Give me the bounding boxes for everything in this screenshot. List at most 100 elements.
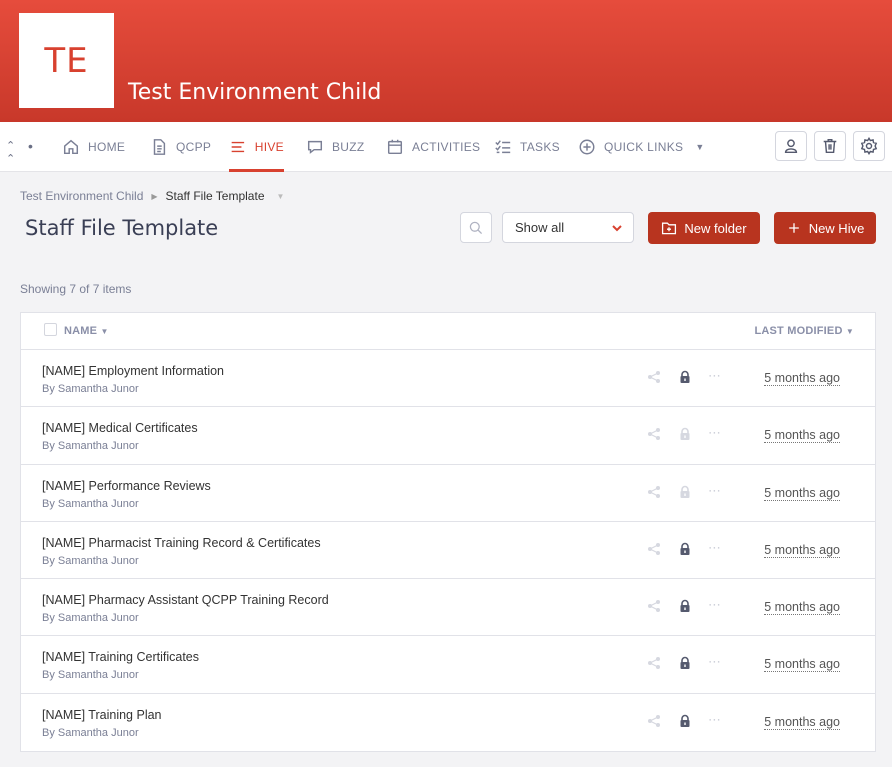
lock-icon[interactable] <box>678 427 694 443</box>
item-author: By Samantha Junor <box>42 669 139 682</box>
item-title[interactable]: [NAME] Employment Information <box>42 364 224 378</box>
table-row[interactable]: [NAME] Employment Information By Samanth… <box>21 350 875 408</box>
site-title[interactable]: Test Environment Child <box>128 80 381 105</box>
name-header-label: NAME <box>64 325 98 337</box>
table-row[interactable]: [NAME] Performance Reviews By Samantha J… <box>21 465 875 522</box>
last-modified: 5 months ago <box>764 600 840 616</box>
more-options-icon[interactable]: ⋯ <box>708 368 724 384</box>
share-icon[interactable] <box>647 370 663 386</box>
lock-icon[interactable] <box>678 370 694 386</box>
nav-label: QUICK LINKS <box>604 140 684 154</box>
new-hive-label: New Hive <box>808 220 865 236</box>
nav-label: BUZZ <box>332 140 365 154</box>
new-folder-button[interactable]: New folder <box>648 212 760 244</box>
item-author: By Samantha Junor <box>42 440 139 453</box>
breadcrumb-current: Staff File Template <box>165 189 265 203</box>
nav-item-home[interactable]: HOME <box>62 122 125 172</box>
table-row[interactable]: [NAME] Pharmacy Assistant QCPP Training … <box>21 579 875 637</box>
share-icon[interactable] <box>647 599 663 615</box>
table-row[interactable]: [NAME] Training Certificates By Samantha… <box>21 636 875 694</box>
filter-select[interactable]: Show all <box>502 212 634 243</box>
more-options-icon[interactable]: ⋯ <box>708 425 724 441</box>
nav-item-tasks[interactable]: TASKS <box>494 122 560 172</box>
share-icon[interactable] <box>647 714 663 730</box>
home-icon <box>63 139 79 155</box>
lock-icon[interactable] <box>678 599 694 615</box>
more-vertical-icon[interactable]: • <box>28 138 33 154</box>
nav-label: HIVE <box>254 140 284 154</box>
nav-item-activities[interactable]: ACTIVITIES <box>386 122 480 172</box>
last-modified-column-header[interactable]: LAST MODIFIED ▼ <box>754 325 854 337</box>
lock-icon[interactable] <box>678 485 694 501</box>
items-count: Showing 7 of 7 items <box>20 282 132 296</box>
site-header: TE Test Environment Child <box>0 0 892 122</box>
new-folder-label: New folder <box>684 220 747 236</box>
last-modified: 5 months ago <box>764 542 840 558</box>
items-table: NAME ▼ LAST MODIFIED ▼ [NAME] Employment… <box>20 312 876 753</box>
item-author: By Samantha Junor <box>42 612 139 625</box>
trash-button[interactable] <box>814 131 846 161</box>
nav-item-hive[interactable]: HIVE <box>229 122 284 172</box>
item-title[interactable]: [NAME] Performance Reviews <box>42 479 211 493</box>
more-options-icon[interactable]: ⋯ <box>708 597 724 613</box>
sort-caret-icon: ▼ <box>845 327 854 336</box>
select-all-checkbox[interactable] <box>44 323 57 336</box>
last-modified: 5 months ago <box>764 657 840 673</box>
more-options-icon[interactable]: ⋯ <box>708 540 724 556</box>
chat-icon <box>307 140 323 154</box>
table-header: NAME ▼ LAST MODIFIED ▼ <box>21 313 875 350</box>
item-author: By Samantha Junor <box>42 497 139 510</box>
nav-label: QCPP <box>176 140 212 154</box>
item-author: By Samantha Junor <box>42 726 139 739</box>
more-options-icon[interactable]: ⋯ <box>708 712 724 728</box>
search-icon <box>469 221 483 234</box>
breadcrumb-parent[interactable]: Test Environment Child <box>20 189 143 203</box>
plus-icon <box>788 223 799 233</box>
checklist-icon <box>495 140 511 154</box>
table-row[interactable]: [NAME] Training Plan By Samantha Junor ⋯… <box>21 694 875 751</box>
profile-button[interactable] <box>775 131 807 161</box>
last-modified: 5 months ago <box>764 714 840 730</box>
breadcrumb: Test Environment Child ▶ Staff File Temp… <box>20 189 284 203</box>
share-icon[interactable] <box>647 542 663 558</box>
settings-button[interactable] <box>853 131 885 161</box>
share-icon[interactable] <box>647 485 663 501</box>
nav-label: HOME <box>88 140 126 154</box>
nav-item-quick-links[interactable]: QUICK LINKS ▼ <box>578 122 705 172</box>
nav-item-qcpp[interactable]: QCPP <box>150 122 211 172</box>
item-title[interactable]: [NAME] Training Certificates <box>42 650 199 664</box>
main-nav: ⌃ ⌃ • HOME QCPP HIVE BUZZ ACTIVITIES TASK… <box>0 122 892 172</box>
folder-plus-icon <box>662 222 677 235</box>
share-icon[interactable] <box>647 656 663 672</box>
table-row[interactable]: [NAME] Medical Certificates By Samantha … <box>21 407 875 465</box>
item-author: By Samantha Junor <box>42 383 139 395</box>
document-icon <box>153 139 166 155</box>
name-column-header[interactable]: NAME ▼ <box>64 325 109 337</box>
lock-icon[interactable] <box>678 656 694 672</box>
search-button[interactable] <box>460 212 492 243</box>
table-row[interactable]: [NAME] Pharmacist Training Record & Cert… <box>21 522 875 580</box>
caret-down-icon[interactable]: ▼ <box>277 192 285 201</box>
logo-initials: TE <box>44 40 89 81</box>
collapse-icon[interactable]: ⌃ ⌃ <box>6 139 20 165</box>
more-options-icon[interactable]: ⋯ <box>708 654 724 670</box>
lock-icon[interactable] <box>678 714 694 730</box>
item-title[interactable]: [NAME] Training Plan <box>42 708 162 722</box>
site-logo[interactable]: TE <box>19 13 114 108</box>
page-title: Staff File Template <box>25 216 219 240</box>
item-title[interactable]: [NAME] Medical Certificates <box>42 421 198 435</box>
last-modified: 5 months ago <box>764 428 840 444</box>
gear-icon <box>860 137 878 155</box>
nav-item-buzz[interactable]: BUZZ <box>306 122 365 172</box>
item-title[interactable]: [NAME] Pharmacy Assistant QCPP Training … <box>42 593 329 607</box>
item-title[interactable]: [NAME] Pharmacist Training Record & Cert… <box>42 536 321 550</box>
more-options-icon[interactable]: ⋯ <box>708 483 724 499</box>
last-modified-header-label: LAST MODIFIED <box>754 325 843 337</box>
nav-label: TASKS <box>520 140 560 154</box>
chevron-right-icon: ▶ <box>151 191 158 201</box>
share-icon[interactable] <box>647 427 663 443</box>
new-hive-button[interactable]: New Hive <box>774 212 876 244</box>
lock-icon[interactable] <box>678 542 694 558</box>
menu-lines-icon <box>231 141 245 153</box>
last-modified: 5 months ago <box>764 485 840 501</box>
